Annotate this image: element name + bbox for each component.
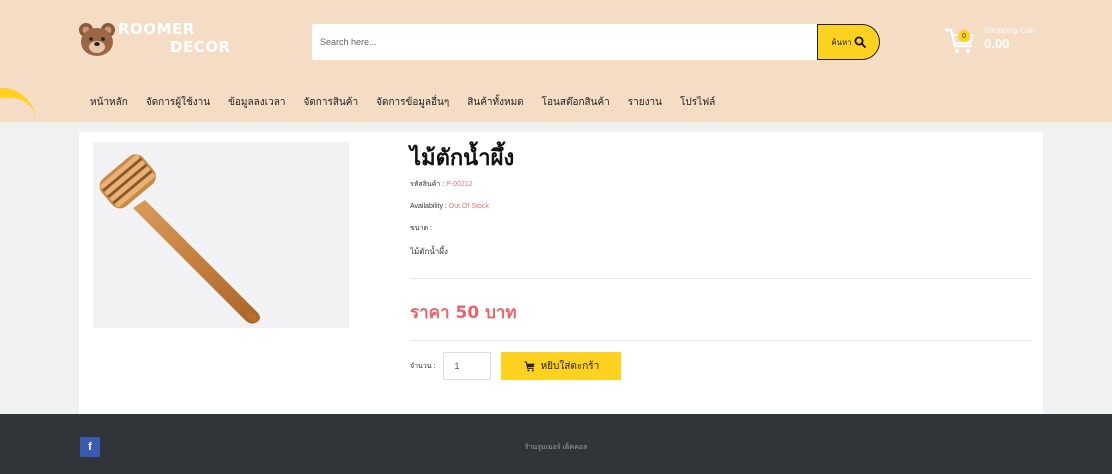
- availability-row: Availability : Out Of Stock: [410, 200, 1032, 214]
- footer-copyright: ร้านรูมเมอร์ เด็คคอล: [524, 444, 588, 451]
- product-description: ไม้ตักน้ำผึ้ง: [410, 247, 448, 256]
- honey-dipper-illustration: [93, 142, 349, 328]
- search-button[interactable]: ค้นหา: [817, 24, 880, 60]
- nav-all-products[interactable]: สินค้าทั้งหมด: [458, 95, 532, 110]
- availability-label: Availability :: [410, 203, 447, 210]
- main-nav: หน้าหลัก จัดการผู้ใช้งาน ข้อมูลลงเวลา จั…: [90, 95, 724, 110]
- product-info: ไม้ตักน้ำผึ้ง รหัสสินค้า : P-00212 Avail…: [410, 146, 1032, 341]
- cart-label: Shopping Cart: [984, 26, 1036, 35]
- brand-name-line1: ROOMER: [118, 20, 195, 38]
- search-bar: ค้นหา: [312, 24, 880, 60]
- nav-home[interactable]: หน้าหลัก: [90, 95, 137, 110]
- search-input[interactable]: [312, 24, 818, 60]
- bear-icon: [79, 23, 115, 56]
- divider: [410, 340, 1032, 341]
- cart-total: 0.00: [984, 36, 1010, 51]
- nav-manage-other-data[interactable]: จัดการข้อมูลอื่นๆ: [367, 95, 458, 110]
- nav-manage-products[interactable]: จัดการสินค้า: [294, 95, 367, 110]
- product-title: ไม้ตักน้ำผึ้ง: [410, 146, 515, 171]
- product-image: [93, 142, 349, 328]
- header-corner-decoration: [0, 88, 36, 122]
- nav-reports[interactable]: รายงาน: [619, 95, 671, 110]
- product-price: ราคา 50 บาท: [410, 303, 517, 323]
- availability-value: Out Of Stock: [448, 203, 489, 210]
- site-footer: f ร้านรูมเมอร์ เด็คคอล: [0, 414, 1112, 474]
- nav-profile[interactable]: โปรไฟล์: [671, 95, 724, 110]
- site-header: ROOMER DECOR ค้นหา 0 Shopping Cart 0.00 …: [0, 0, 1112, 122]
- product-code-row: รหัสสินค้า : P-00212: [410, 178, 1032, 192]
- divider: [410, 278, 1032, 279]
- cart-count-badge: 0: [958, 30, 970, 42]
- brand-logo[interactable]: ROOMER DECOR: [78, 18, 231, 62]
- search-icon: [854, 36, 866, 48]
- quantity-input[interactable]: [443, 352, 492, 380]
- brand-name-line2: DECOR: [170, 38, 231, 56]
- purchase-row: จำนวน : หยิบใส่ตะกร้า: [410, 352, 622, 380]
- add-to-cart-label: หยิบใส่ตะกร้า: [540, 360, 600, 372]
- shopping-cart[interactable]: 0 Shopping Cart 0.00: [944, 24, 1054, 64]
- cart-icon: [524, 360, 535, 372]
- size-row: ขนาด :: [410, 222, 1032, 236]
- product-code-value: P-00212: [446, 181, 473, 188]
- nav-manage-users[interactable]: จัดการผู้ใช้งาน: [137, 95, 219, 110]
- search-button-label: ค้นหา: [831, 37, 852, 47]
- product-code-label: รหัสสินค้า :: [410, 181, 445, 188]
- product-detail-card: ไม้ตักน้ำผึ้ง รหัสสินค้า : P-00212 Avail…: [79, 132, 1043, 414]
- add-to-cart-button[interactable]: หยิบใส่ตะกร้า: [501, 352, 622, 380]
- size-label: ขนาด :: [410, 225, 432, 232]
- nav-stock-transfer[interactable]: โอนสต๊อกสินค้า: [533, 95, 619, 110]
- nav-time-records[interactable]: ข้อมูลลงเวลา: [219, 95, 294, 110]
- quantity-label: จำนวน :: [410, 362, 436, 370]
